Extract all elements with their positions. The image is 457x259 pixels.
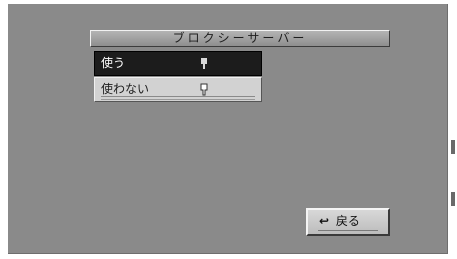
return-arrow-icon: ↩ [318,214,330,228]
edge-marker [451,192,455,206]
edge-marker [451,140,455,154]
option-not-use[interactable]: 使わない [94,77,262,102]
option-use-label: 使う [101,56,126,70]
nav-screen: ブロクシーサーバー 使う 使わない ↩ 戻る [8,4,448,254]
option-not-use-label: 使わない [101,82,150,96]
button-underline [318,230,378,231]
back-button[interactable]: ↩ 戻る [306,208,390,236]
pointer-icon [201,58,207,69]
pointer-icon [200,83,208,96]
back-button-label: 戻る [335,214,360,228]
option-underline [101,99,255,100]
panel-title: ブロクシーサーバー [90,30,390,47]
option-underline [101,96,255,97]
option-use[interactable]: 使う [94,51,262,76]
